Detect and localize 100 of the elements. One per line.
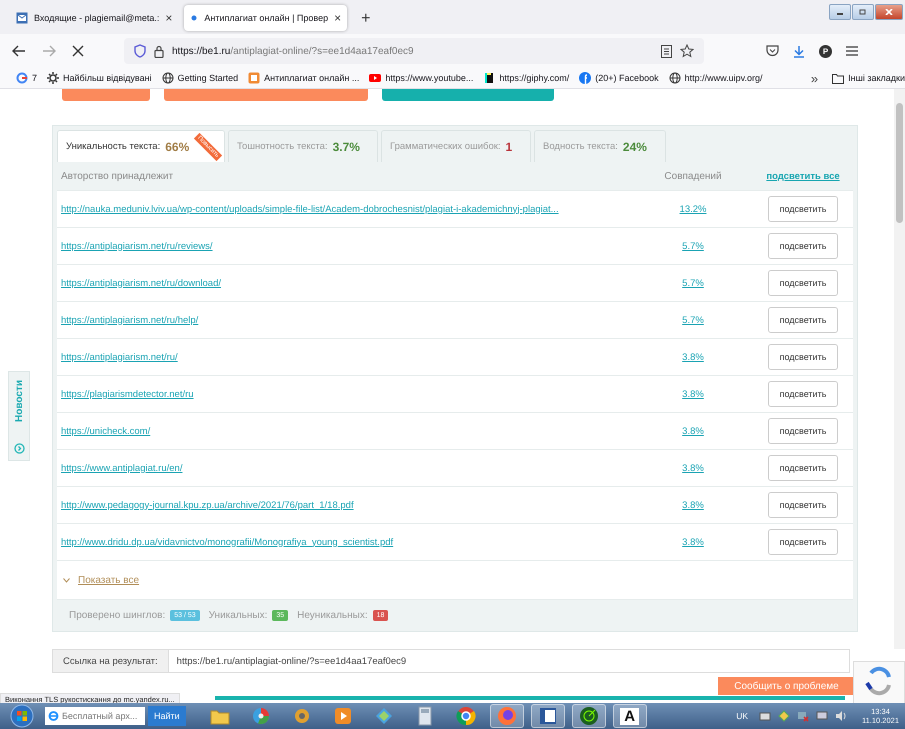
highlight-button[interactable]: подсветить (768, 418, 838, 444)
star-icon[interactable] (680, 44, 694, 58)
tab-title: Входящие - plagiemail@meta.: (34, 13, 160, 23)
column-header: Авторство принадлежит (60, 170, 174, 182)
stat-label: Проверено шинглов: (69, 610, 166, 621)
metric-label: Уникальность текста: (66, 141, 160, 152)
highlight-button[interactable]: подсветить (768, 492, 838, 518)
source-link[interactable]: https://antiplagiarism.net/ru/download/ (61, 278, 222, 288)
scrollbar[interactable] (894, 89, 905, 649)
match-percent-link[interactable]: 13.2% (680, 204, 706, 214)
browser-icon (48, 709, 59, 723)
highlight-button[interactable]: подсветить (768, 344, 838, 370)
source-link[interactable]: https://www.antiplagiat.ru/en/ (61, 462, 182, 474)
source-link[interactable]: http://www.pedagogy-journal.kpu.zp.ua/archive/2021/76/part_1/18.pdf (61, 500, 354, 510)
bookmark-item[interactable]: Інші закладки (832, 72, 905, 84)
new-tab-button[interactable]: + (353, 10, 378, 34)
match-percent-link[interactable]: 3.8% (682, 388, 704, 400)
column-header: Совпадений (663, 170, 723, 182)
result-link-field[interactable]: https://be1.ru/antiplagiat-online/?s=ee1d4aa17eaf0ec9 (168, 649, 850, 673)
back-icon[interactable] (12, 45, 26, 57)
metric-tab[interactable]: Грамматических ошибок: 1 (381, 130, 531, 162)
tab-title: Антиплагиат онлайн | Провер (204, 13, 328, 23)
reader-icon[interactable] (661, 44, 672, 58)
radar-icon[interactable] (578, 705, 600, 727)
folder-icon (832, 72, 844, 84)
metric-value: 1 (506, 140, 512, 154)
recaptcha-icon[interactable] (853, 661, 905, 703)
url-text: https://be1.ru/antiplagiat-online/?s=ee1d4aa17eaf0ec9 (172, 46, 414, 56)
bookmark-item[interactable]: https://giphy.com/ (483, 72, 570, 84)
monitor-icon[interactable] (816, 710, 828, 722)
match-percent-link[interactable]: 3.8% (682, 352, 704, 362)
field-label: Ссылка на результат: (52, 649, 169, 673)
mail-icon (16, 12, 28, 24)
keyboard-icon[interactable] (759, 710, 772, 722)
match-percent-link[interactable]: 3.8% (682, 536, 704, 548)
pocket-icon[interactable] (766, 45, 779, 57)
highlight-button[interactable]: подсветить (768, 196, 838, 222)
highlight-button[interactable]: подсветить (768, 455, 838, 481)
close-icon[interactable]: × (165, 11, 172, 25)
metric-label: Водность текста: (543, 141, 618, 152)
lock-icon (154, 44, 164, 58)
match-percent-link[interactable]: 5.7% (682, 278, 704, 288)
source-link[interactable]: https://antiplagiarism.net/ru/ (61, 352, 178, 362)
globe-icon (668, 72, 681, 84)
highlight-button[interactable]: подсветить (768, 381, 838, 407)
video-icon (369, 72, 382, 84)
source-link[interactable]: https://plagiarismdetector.net/ru (61, 388, 194, 400)
match-percent-link[interactable]: 3.8% (682, 500, 704, 510)
source-link[interactable]: https://unicheck.com/ (61, 426, 150, 436)
metric-tab[interactable]: Водность текста: 24% (534, 130, 666, 162)
metric-label: Грамматических ошибок: (390, 141, 501, 152)
stat-label: Неуникальных: (297, 610, 368, 621)
bookmark-item[interactable]: https://www.youtube... (369, 72, 474, 84)
more-bookmarks-button[interactable]: » (810, 70, 818, 86)
source-link[interactable]: https://antiplagiarism.net/ru/help/ (61, 314, 198, 326)
source-link[interactable]: http://www.dridu.dp.ua/vidavnictvo/monografii/Monografiya_young_scientist.pdf (61, 536, 394, 548)
stop-icon[interactable] (72, 45, 84, 57)
app-button[interactable]: A (620, 708, 640, 724)
highlight-button[interactable]: подсветить (768, 233, 838, 259)
volume-icon[interactable] (835, 710, 848, 722)
download-icon[interactable] (793, 44, 805, 58)
bookmark-item[interactable]: 7 (16, 72, 38, 84)
menu-icon[interactable] (846, 46, 858, 56)
metric-value: 66% (165, 140, 190, 154)
source-link[interactable]: https://antiplagiarism.net/ru/reviews/ (61, 240, 213, 252)
bookmark-item[interactable]: Getting Started (162, 72, 238, 84)
profile-avatar[interactable]: P (819, 44, 832, 58)
show-all-link[interactable]: Показать все (78, 574, 140, 586)
match-percent-link[interactable]: 5.7% (682, 314, 704, 326)
highlight-button[interactable]: подсветить (768, 270, 838, 296)
highlight-button[interactable]: подсветить (768, 307, 838, 333)
language-indicator[interactable]: UK (736, 711, 748, 721)
arrow-circle-icon (14, 443, 24, 454)
restore-icon (859, 9, 867, 15)
bookmark-item[interactable]: http://www.uipv.org/ (668, 72, 762, 84)
stat-label: Уникальных: (208, 610, 268, 621)
restore-button[interactable] (852, 4, 874, 20)
bookmark-icon (248, 72, 260, 84)
bookmark-item[interactable]: (20+) Facebook (579, 72, 659, 84)
close-button[interactable] (875, 4, 903, 20)
address-bar[interactable]: https://be1.ru/antiplagiat-online/?s=ee1d4aa17eaf0ec9 (124, 38, 704, 64)
bookmark-item[interactable]: Антиплагиат онлайн ... (248, 72, 360, 84)
close-icon[interactable]: × (334, 11, 342, 25)
start-button[interactable] (10, 704, 34, 728)
match-percent-link[interactable]: 3.8% (682, 462, 704, 474)
search-field[interactable]: Бесплатный арх... (45, 707, 145, 725)
browser-tab[interactable]: Антиплагиат онлайн | Провер × (184, 5, 348, 31)
highlight-button[interactable]: подсветить (768, 529, 838, 555)
match-percent-link[interactable]: 5.7% (682, 240, 704, 252)
source-link[interactable]: http://nauka.meduniv.lviv.ua/wp-content/uploads/simple-file-list/Academ-dobrochesnist/plagiat-i-akademichnyj-plagiat... (61, 204, 559, 214)
minimize-button[interactable] (829, 4, 851, 20)
globe-icon (162, 72, 174, 84)
bookmark-item[interactable]: Найбільш відвідувані (47, 72, 152, 84)
chevron-down-icon[interactable] (63, 578, 70, 582)
facebook-icon (579, 72, 592, 84)
match-percent-link[interactable]: 3.8% (682, 426, 704, 436)
metric-tab[interactable]: Тошнотность текста: 3.7% (228, 130, 378, 162)
search-button[interactable]: Найти (148, 706, 186, 726)
google-icon (16, 72, 28, 84)
browser-tab[interactable]: Входящие - plagiemail@meta.: × (10, 5, 178, 31)
